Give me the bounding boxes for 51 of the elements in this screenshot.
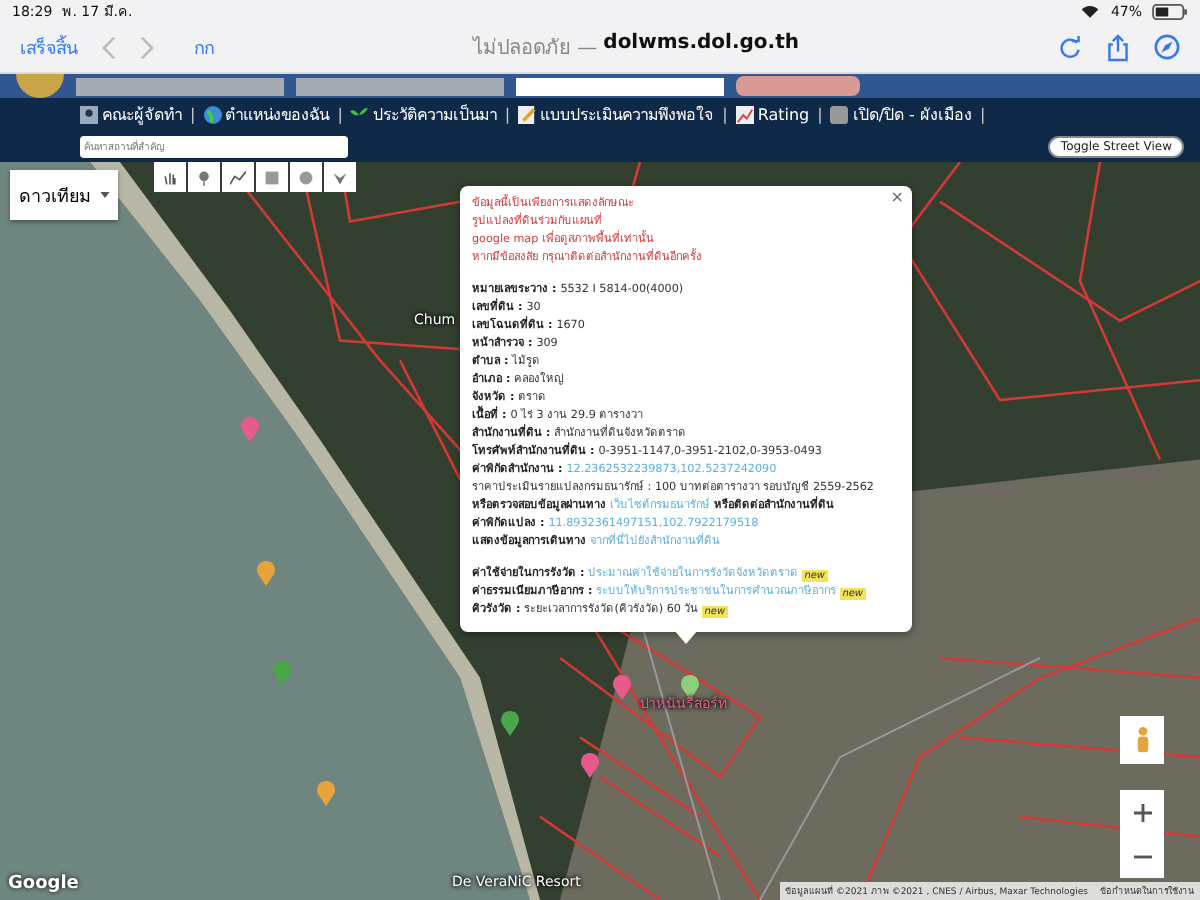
people-icon [80, 106, 98, 124]
toggle-icon [830, 106, 849, 124]
logo-seal-icon [16, 74, 64, 98]
menu-link[interactable]: Rating [735, 106, 810, 124]
map-pin-icon[interactable] [500, 710, 520, 736]
street-view-pegman-button[interactable] [1120, 716, 1164, 764]
square-icon [264, 169, 280, 185]
search-button[interactable] [736, 76, 860, 96]
menu-link[interactable]: ประวัติความเป็นมา [350, 102, 497, 128]
menu-link[interactable]: ตำแหน่งของฉัน [203, 102, 330, 128]
parcel-input[interactable] [516, 77, 724, 95]
chart-icon [735, 106, 754, 124]
menu-separator: | [190, 106, 196, 124]
polyline-icon [230, 169, 246, 185]
reload-icon[interactable] [1058, 35, 1082, 59]
district-dropdown[interactable] [296, 77, 504, 95]
caret-icon [99, 192, 109, 198]
google-logo: Google [8, 874, 79, 894]
compass-icon[interactable] [1154, 34, 1180, 60]
security-label: ไม่ปลอดภัย — [472, 34, 598, 62]
pin-icon [196, 169, 212, 185]
close-button[interactable]: × [890, 188, 904, 206]
menu-link[interactable]: เปิด/ปิด - ผังเมือง [830, 102, 972, 128]
menu-link[interactable]: คณะผู้จัดทำ [80, 102, 182, 128]
wifi-icon [1080, 3, 1101, 19]
map-pin-icon[interactable] [580, 752, 600, 778]
marker-tool-button[interactable] [188, 162, 220, 192]
menu-separator: | [979, 106, 986, 124]
plus-icon [1133, 803, 1151, 821]
pan-tool-button[interactable] [154, 162, 186, 192]
globe-icon [203, 106, 222, 124]
rectangle-tool-button[interactable] [256, 162, 288, 192]
menu-separator: | [817, 106, 823, 124]
map-type-dropdown[interactable]: ดาวเทียม [10, 170, 118, 220]
circle-icon [298, 169, 314, 185]
menu-separator: | [337, 106, 343, 124]
province-dropdown[interactable] [76, 77, 284, 95]
menu-separator: | [504, 106, 511, 124]
done-button[interactable]: เสร็จสิ้น [20, 33, 78, 61]
form-icon [518, 106, 537, 124]
circle-tool-button[interactable] [290, 162, 322, 192]
url-domain[interactable]: dolwms.dol.go.th [603, 32, 800, 62]
battery-icon [1152, 3, 1188, 19]
share-icon[interactable] [1106, 33, 1130, 61]
pegman-icon [1133, 726, 1151, 754]
line-tool-button[interactable] [222, 162, 254, 192]
map-pin-icon[interactable] [612, 674, 632, 700]
text-size-button[interactable]: กก [194, 33, 214, 61]
menu-link[interactable]: แบบประเมินความพึงพอใจ [518, 102, 715, 128]
polygon-tool-button[interactable] [324, 162, 356, 192]
menu-separator: | [722, 106, 728, 124]
